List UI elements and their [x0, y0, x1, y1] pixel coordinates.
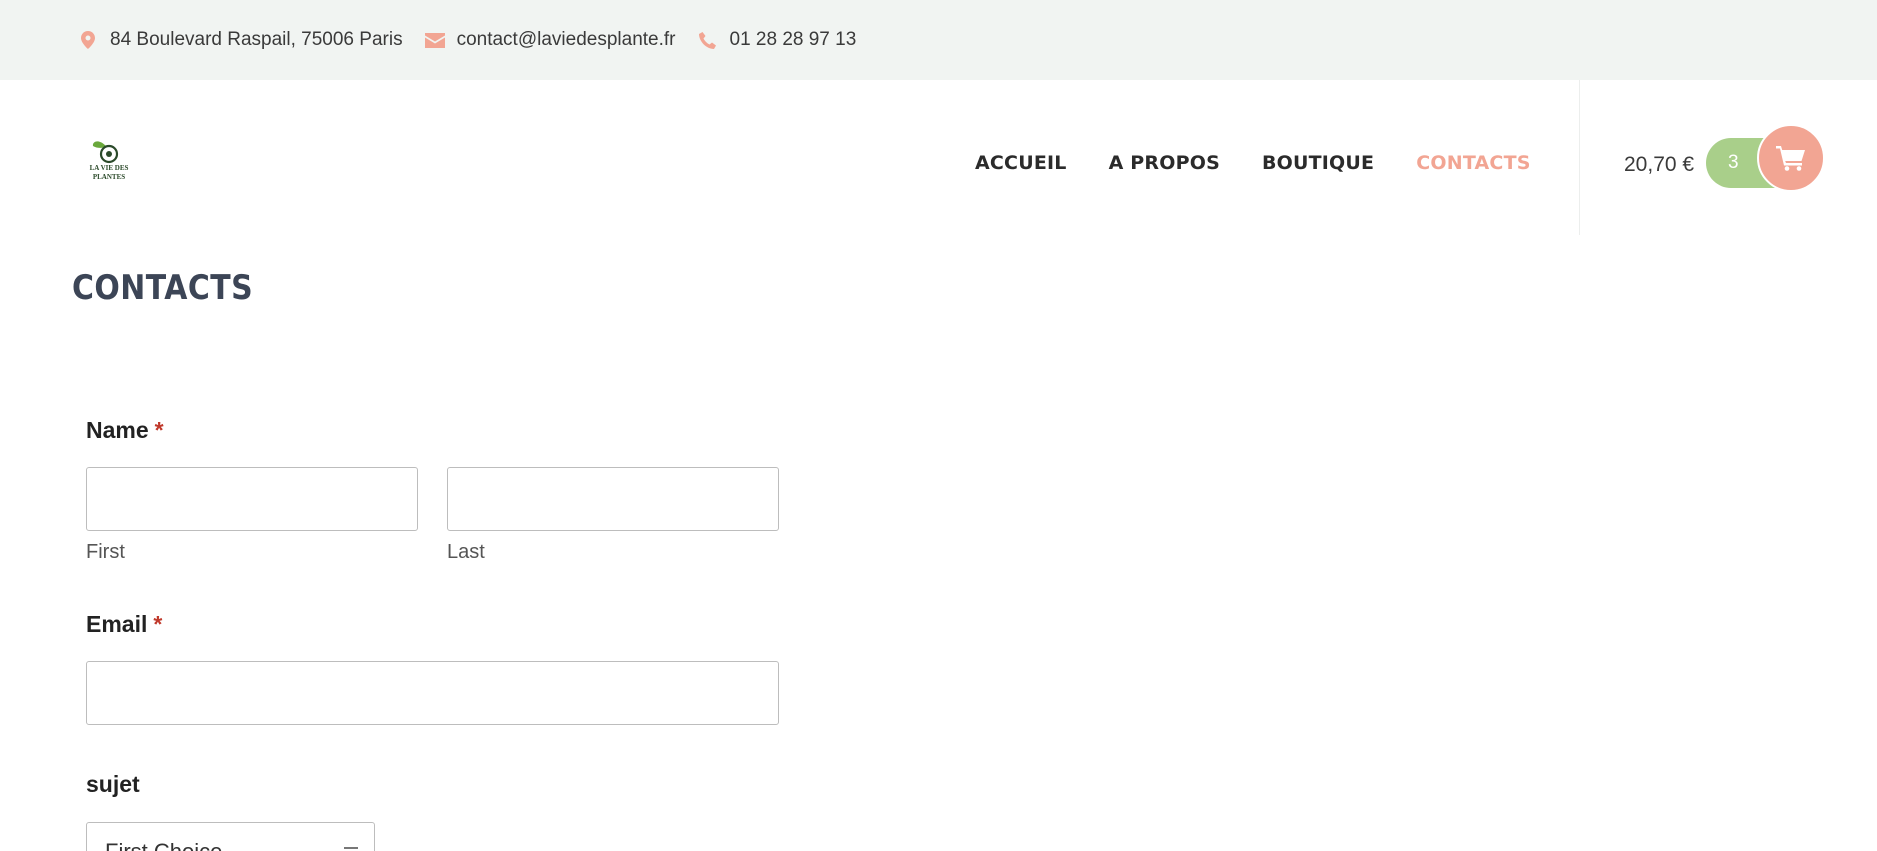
logo-text: LA VIE DES PLANTES	[89, 164, 129, 181]
cart-count: 3	[1728, 152, 1739, 173]
last-name-input[interactable]	[447, 467, 779, 531]
nav-accueil[interactable]: ACCUEIL	[975, 152, 1067, 174]
email-label: Email *	[86, 611, 162, 638]
email-item[interactable]: contact@laviedesplante.fr	[424, 29, 676, 51]
subject-selected-value: First Choice	[105, 839, 222, 851]
location-pin-icon	[78, 30, 98, 50]
name-label: Name *	[86, 417, 164, 444]
nav-boutique[interactable]: BOUTIQUE	[1262, 152, 1374, 174]
chevron-down-icon	[344, 847, 358, 849]
address-item: 84 Boulevard Raspail, 75006 Paris	[78, 29, 403, 51]
email-label-text: Email	[86, 611, 148, 637]
plant-logo-icon	[92, 141, 119, 164]
site-header: LA VIE DES PLANTES ACCUEIL A PROPOS BOUT…	[0, 80, 1877, 235]
phone-icon	[698, 30, 718, 50]
first-sublabel: First	[86, 541, 125, 563]
phone-link[interactable]: 01 28 28 97 13	[730, 29, 857, 51]
subject-select[interactable]: First Choice	[86, 822, 375, 851]
top-info-bar: 84 Boulevard Raspail, 75006 Paris contac…	[0, 0, 1877, 80]
name-label-text: Name	[86, 417, 149, 443]
cart-total: 20,70 €	[1624, 153, 1695, 176]
email-link[interactable]: contact@laviedesplante.fr	[457, 29, 676, 51]
page-title: CONTACTS	[72, 268, 254, 308]
nav-contacts[interactable]: CONTACTS	[1416, 152, 1530, 174]
email-input[interactable]	[86, 661, 779, 725]
last-sublabel: Last	[447, 541, 485, 563]
main-nav: ACCUEIL A PROPOS BOUTIQUE CONTACTS	[975, 152, 1573, 174]
header-divider	[1579, 80, 1580, 235]
subject-label: sujet	[86, 771, 140, 797]
address-text: 84 Boulevard Raspail, 75006 Paris	[110, 29, 403, 50]
phone-item[interactable]: 01 28 28 97 13	[698, 29, 857, 51]
site-logo[interactable]: LA VIE DES PLANTES	[84, 136, 134, 186]
shopping-cart-icon	[1776, 146, 1805, 171]
cart-button[interactable]	[1757, 124, 1825, 192]
email-required-mark: *	[153, 611, 163, 637]
name-required-mark: *	[154, 417, 164, 443]
envelope-icon	[424, 30, 445, 50]
first-name-input[interactable]	[86, 467, 418, 531]
nav-a-propos[interactable]: A PROPOS	[1109, 152, 1220, 174]
